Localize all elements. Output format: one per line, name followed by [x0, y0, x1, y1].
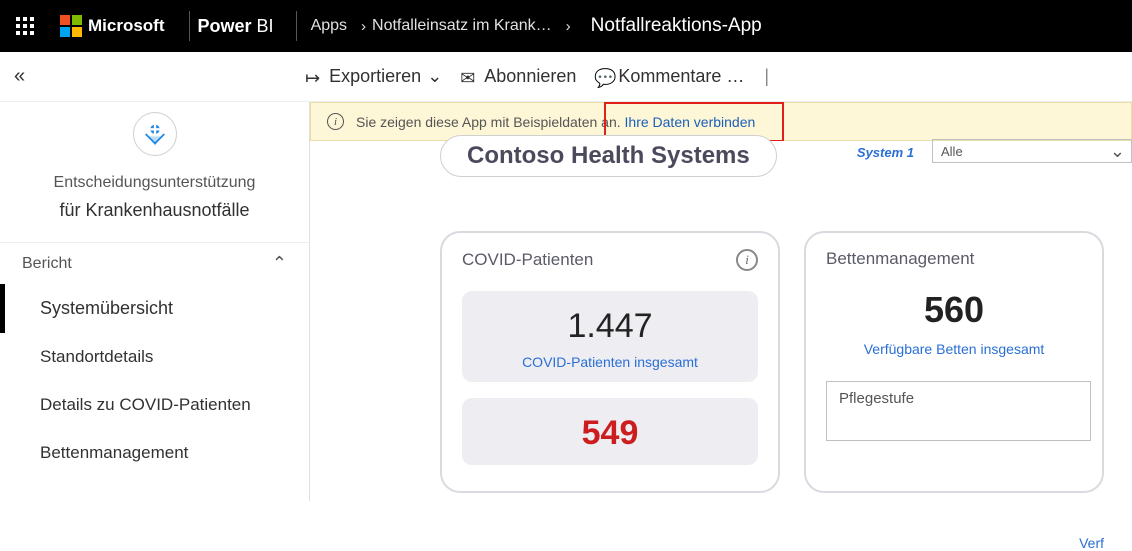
subscribe-label: Abonnieren [484, 66, 576, 87]
beds-side-label: Verf [1079, 535, 1104, 551]
export-button[interactable]: ↦ Exportieren ⌄ [305, 66, 442, 87]
system-label: System 1 [857, 145, 914, 160]
microsoft-squares-icon [60, 15, 82, 37]
collapse-sidebar-icon[interactable]: « [14, 65, 25, 88]
covid-total-metric[interactable]: 1.447 COVID-Patienten insgesamt [462, 291, 758, 382]
main-report: i Sie zeigen diese App mit Beispieldaten… [310, 102, 1132, 501]
nav-bed-management[interactable]: Bettenmanagement [0, 429, 309, 477]
app-title: Entscheidungsunterstützung für Krankenha… [0, 170, 309, 242]
care-level-box[interactable]: Pflegestufe [826, 381, 1091, 441]
chevron-right-icon: › [566, 18, 571, 35]
section-bericht[interactable]: Bericht ⌃ [0, 242, 309, 284]
report-body: Contoso Health Systems System 1 Alle ⌄ C… [310, 141, 1132, 493]
divider [296, 11, 297, 41]
divider: | [764, 66, 769, 87]
chevron-right-icon: › [361, 18, 366, 35]
export-icon: ↦ [305, 68, 323, 86]
comments-label: Kommentare … [618, 66, 744, 87]
breadcrumb-current: Notfallreaktions-App [591, 15, 762, 37]
chevron-up-icon: ⌃ [272, 253, 287, 274]
breadcrumb-apps[interactable]: Apps [311, 17, 347, 35]
covid-positive-metric[interactable]: 549 [462, 398, 758, 465]
beds-value: 560 [826, 289, 1082, 331]
beds-label: Verfügbare Betten insgesamt [826, 341, 1082, 357]
beds-card: Bettenmanagement 560 Verfügbare Betten i… [804, 231, 1104, 493]
microsoft-logo[interactable]: Microsoft [60, 15, 165, 37]
sidebar: Entscheidungsunterstützung für Krankenha… [0, 102, 310, 501]
nav-system-overview[interactable]: Systemübersicht [0, 284, 309, 333]
chevron-down-icon: ⌄ [1110, 141, 1125, 162]
bi-text: BI [257, 16, 274, 36]
sub-toolbar: « ↦ Exportieren ⌄ ✉ Abonnieren 💬 Komment… [0, 52, 1132, 102]
waffle-icon[interactable] [16, 17, 34, 35]
powerbi-logo[interactable]: Power BI [198, 16, 274, 37]
connect-data-link[interactable]: Ihre Daten verbinden [625, 114, 756, 130]
export-label: Exportieren [329, 66, 421, 87]
mail-icon: ✉ [460, 68, 478, 86]
power-text: Power [198, 16, 252, 36]
info-icon[interactable]: i [736, 249, 758, 271]
nav-covid-details[interactable]: Details zu COVID-Patienten [0, 381, 309, 429]
dropdown-value: Alle [941, 144, 963, 159]
covid-card: COVID-Patienten i 1.447 COVID-Patienten … [440, 231, 780, 493]
info-icon: i [327, 113, 344, 130]
covid-card-title: COVID-Patienten [462, 250, 593, 270]
chevron-down-icon: ⌄ [427, 66, 442, 87]
report-title: Contoso Health Systems [440, 135, 777, 177]
covid-total-value: 1.447 [470, 307, 750, 346]
subscribe-button[interactable]: ✉ Abonnieren [460, 66, 576, 87]
banner-text: Sie zeigen diese App mit Beispieldaten a… [356, 114, 621, 130]
cards-row: COVID-Patienten i 1.447 COVID-Patienten … [440, 231, 1132, 493]
medical-icon [141, 120, 169, 148]
divider [189, 11, 190, 41]
covid-positive-value: 549 [470, 414, 750, 453]
report-toolbar: ↦ Exportieren ⌄ ✉ Abonnieren 💬 Kommentar… [305, 66, 771, 87]
beds-card-title: Bettenmanagement [826, 249, 974, 269]
app-title-line1: Entscheidungsunterstützung [20, 170, 289, 196]
app-icon [133, 112, 177, 156]
filter-dropdown[interactable]: Alle ⌄ [932, 139, 1132, 163]
nav-location-details[interactable]: Standortdetails [0, 333, 309, 381]
beds-metric[interactable]: 560 Verfügbare Betten insgesamt [826, 289, 1082, 357]
content-area: Entscheidungsunterstützung für Krankenha… [0, 102, 1132, 501]
microsoft-text: Microsoft [88, 16, 165, 36]
covid-total-label: COVID-Patienten insgesamt [470, 354, 750, 370]
breadcrumb-app[interactable]: Notfalleinsatz im Krank… [372, 17, 552, 35]
app-title-line2: für Krankenhausnotfälle [20, 196, 289, 225]
global-header: Microsoft Power BI Apps › Notfalleinsatz… [0, 0, 1132, 52]
comment-icon: 💬 [594, 68, 612, 86]
care-level-label: Pflegestufe [839, 390, 914, 407]
section-label: Bericht [22, 255, 72, 273]
comments-button[interactable]: 💬 Kommentare … [594, 66, 744, 87]
